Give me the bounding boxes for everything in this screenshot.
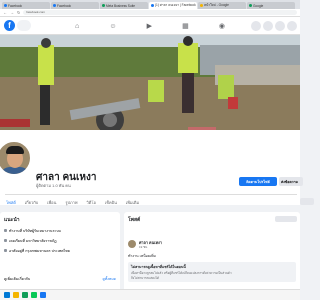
shared-content-unavailable: ไม่สามารถดูเนื้อหาที่แชร์ได้ในตอนนี้ เนื…: [128, 262, 296, 282]
intro-location: อาศัยอยู่ที่ กรุงเทพมหานคร ประเทศไทย: [4, 248, 116, 254]
home-icon: [4, 249, 7, 252]
browser-tab[interactable]: Google: [247, 2, 295, 9]
topbar-actions: [251, 21, 297, 31]
see-all-link[interactable]: ดูทั้งหมด: [102, 276, 116, 282]
posts-title: โพสต์: [128, 217, 141, 223]
unavailable-desc-2: จึงไม่สามารถแสดงได้: [131, 276, 159, 280]
main-nav: ⌂ ☺ ▶ ▦ ◉: [60, 17, 240, 35]
intro-footer: ดูเพิ่มเติมเกี่ยวกับ ดูทั้งหมด: [4, 276, 116, 282]
groups-icon[interactable]: ◉: [219, 22, 225, 30]
divider: [5, 194, 297, 195]
browser-tab[interactable]: หน้าใหม่ - Google: [198, 2, 246, 9]
app-icon[interactable]: [40, 292, 46, 298]
menu-icon[interactable]: [251, 21, 261, 31]
post-author-avatar[interactable]: [128, 240, 136, 248]
tab-checkins[interactable]: เช็คอิน: [105, 199, 117, 206]
back-icon[interactable]: ←: [3, 10, 7, 15]
facebook-topbar: f ⌂ ☺ ▶ ▦ ◉: [0, 17, 300, 35]
tab-videos[interactable]: วิดีโอ: [87, 199, 96, 206]
profile-tabs: โพสต์ เกี่ยวกับ เพื่อน รูปภาพ วิดีโอ เช็…: [6, 199, 139, 206]
more-options-button[interactable]: [300, 198, 314, 205]
post-body: ทำงาน เหนื่อยเพิ่ม: [128, 254, 156, 258]
marketplace-icon[interactable]: ▦: [182, 22, 189, 30]
profile-avatar[interactable]: [0, 140, 32, 176]
forward-icon[interactable]: →: [10, 10, 14, 15]
intro-education: เคยเรียนที่ มหาวิทยาลัยราชภัฏ: [4, 238, 116, 244]
tab-friends[interactable]: เพื่อน: [47, 199, 56, 206]
tab-more[interactable]: เพิ่มเติม: [126, 199, 139, 206]
friends-icon[interactable]: ☺: [109, 23, 116, 30]
notifications-icon[interactable]: [275, 21, 285, 31]
browser-tabbar: Facebook Facebook Meta Business Suite (1…: [0, 0, 300, 9]
facebook-favicon-icon: [53, 4, 56, 7]
intro-work: ทำงานที่ บริษัทผู้รับเหมางานระบบ: [4, 228, 116, 234]
address-bar: ← → ↻ facebook.com: [0, 9, 300, 17]
briefcase-icon: [4, 229, 7, 232]
reload-icon[interactable]: ↻: [17, 10, 20, 15]
unavailable-title: ไม่สามารถดูเนื้อหาที่แชร์ได้ในตอนนี้: [131, 265, 186, 269]
posts-feed: โพสต์ ศาลา คนเหงา 19 ชม. ทำงาน เหนื่อยเพ…: [124, 212, 300, 300]
message-button[interactable]: ส่งข้อความ: [279, 177, 303, 186]
browser-tab[interactable]: Meta Business Suite: [100, 2, 148, 9]
video-icon[interactable]: ▶: [147, 22, 152, 30]
intro-card: แนะนำ ทำงานที่ บริษัทผู้รับเหมางานระบบ เ…: [0, 212, 120, 292]
home-icon[interactable]: ⌂: [75, 23, 79, 30]
google-favicon-icon: [249, 4, 252, 7]
taskbar: [0, 289, 300, 300]
browser-tab[interactable]: Facebook: [2, 2, 50, 9]
follow-button[interactable]: ติดตามโปรไฟล์: [239, 177, 277, 186]
intro-title: แนะนำ: [4, 217, 20, 223]
url-field[interactable]: facebook.com: [23, 10, 297, 15]
file-explorer-icon[interactable]: [13, 292, 19, 298]
meta-favicon-icon: [102, 4, 105, 7]
facebook-favicon-icon: [151, 4, 154, 7]
messenger-icon[interactable]: [263, 21, 273, 31]
line-icon[interactable]: [31, 292, 37, 298]
profile-followers[interactable]: ผู้ติดตาม 1.0 พัน คน: [36, 182, 71, 189]
google-favicon-icon: [200, 4, 203, 7]
facebook-favicon-icon: [4, 4, 7, 7]
facebook-logo-icon[interactable]: f: [4, 20, 15, 31]
account-avatar[interactable]: [287, 21, 297, 31]
school-icon: [4, 239, 7, 242]
search-button[interactable]: [17, 20, 31, 31]
tab-posts[interactable]: โพสต์: [6, 199, 16, 206]
browser-tab[interactable]: Facebook: [51, 2, 99, 9]
chrome-icon[interactable]: [22, 292, 28, 298]
start-icon[interactable]: [4, 292, 10, 298]
filter-button[interactable]: [275, 216, 297, 222]
browser-tab-active[interactable]: (1) ศาลา คนเหงา | Facebook: [149, 2, 197, 9]
tab-about[interactable]: เกี่ยวกับ: [25, 199, 38, 206]
post-time[interactable]: 19 ชม.: [139, 245, 148, 250]
tab-photos[interactable]: รูปภาพ: [65, 199, 77, 206]
